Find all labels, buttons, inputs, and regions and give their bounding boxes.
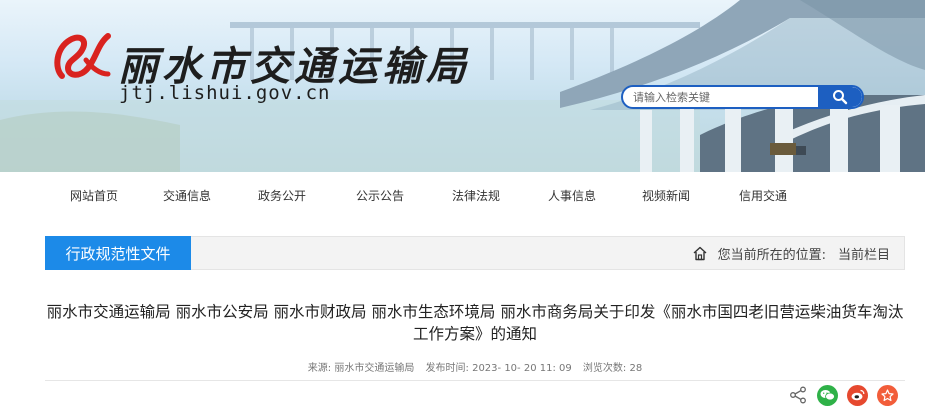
breadcrumb: 您当前所在的位置: 当前栏目 xyxy=(692,237,890,269)
weibo-icon[interactable] xyxy=(847,384,868,406)
nav-item-notices[interactable]: 公示公告 xyxy=(356,187,404,204)
main-nav: 网站首页 交通信息 政务公开 公示公告 法律法规 人事信息 视频新闻 信用交通 xyxy=(0,172,925,216)
column-bar: 行政规范性文件 您当前所在的位置: 当前栏目 xyxy=(45,236,905,270)
article-views: 浏览次数: 28 xyxy=(582,363,643,374)
favorite-icon[interactable] xyxy=(877,384,898,406)
search-input[interactable] xyxy=(623,87,819,107)
location-label: 您当前所在的位置: xyxy=(717,247,826,263)
nav-item-credit[interactable]: 信用交通 xyxy=(739,187,787,204)
nav-item-personnel[interactable]: 人事信息 xyxy=(548,187,596,204)
wechat-icon[interactable] xyxy=(817,384,838,406)
nav-item-laws[interactable]: 法律法规 xyxy=(452,187,500,204)
search-icon xyxy=(833,90,848,105)
share-bar xyxy=(788,384,907,406)
home-icon[interactable] xyxy=(692,246,708,261)
site-domain: jtj.lishui.gov.cn xyxy=(119,82,331,104)
column-tab[interactable]: 行政规范性文件 xyxy=(45,236,191,270)
article-title: 丽水市交通运输局 丽水市公安局 丽水市财政局 丽水市生态环境局 丽水市商务局关于… xyxy=(46,303,904,343)
search-button[interactable] xyxy=(818,87,862,107)
article-meta: 来源: 丽水市交通运输局 发布时间: 2023- 10- 20 11: 09 浏… xyxy=(45,359,905,374)
nav-item-gov-open[interactable]: 政务公开 xyxy=(258,187,306,204)
location-current[interactable]: 当前栏目 xyxy=(838,244,890,263)
share-icon[interactable] xyxy=(788,385,808,405)
search-box xyxy=(621,85,864,109)
article-publish-time: 发布时间: 2023- 10- 20 11: 09 xyxy=(425,363,572,374)
nav-item-traffic[interactable]: 交通信息 xyxy=(163,187,211,204)
nav-item-home[interactable]: 网站首页 xyxy=(70,187,118,204)
nav-item-video[interactable]: 视频新闻 xyxy=(642,187,690,204)
header-banner: 丽水市交通运输局 jtj.lishui.gov.cn xyxy=(0,0,925,172)
logo-icon xyxy=(54,33,111,79)
divider xyxy=(45,380,905,381)
article-source: 来源: 丽水市交通运输局 xyxy=(307,363,415,374)
